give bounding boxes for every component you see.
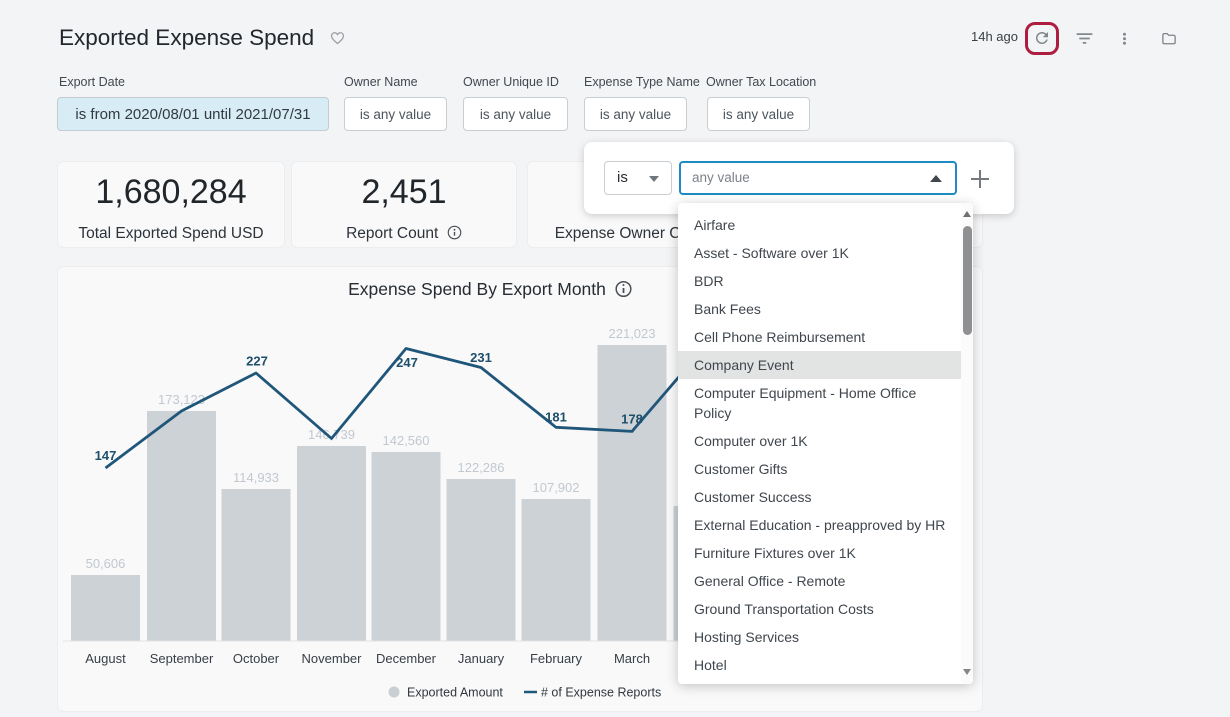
svg-text:247: 247: [396, 355, 418, 370]
svg-text:142,560: 142,560: [383, 433, 430, 448]
svg-text:Exported Amount: Exported Amount: [407, 686, 503, 700]
svg-text:December: December: [376, 651, 437, 666]
svg-text:50,606: 50,606: [86, 556, 126, 571]
svg-text:147: 147: [95, 448, 117, 463]
svg-text:114,933: 114,933: [233, 470, 279, 485]
svg-text:227: 227: [246, 354, 268, 369]
svg-text:# of Expense Reports: # of Expense Reports: [541, 686, 661, 700]
svg-text:January: January: [458, 651, 505, 666]
svg-text:173,123: 173,123: [158, 392, 205, 407]
svg-text:107,902: 107,902: [533, 480, 580, 495]
svg-text:October: October: [233, 651, 280, 666]
svg-text:181: 181: [545, 410, 567, 425]
svg-text:November: November: [302, 651, 363, 666]
svg-text:February: February: [530, 651, 583, 666]
svg-text:231: 231: [470, 350, 492, 365]
svg-text:122,286: 122,286: [458, 460, 505, 475]
svg-text:August: August: [85, 651, 126, 666]
svg-text:178: 178: [621, 412, 643, 427]
svg-text:March: March: [614, 651, 650, 666]
svg-text:221,023: 221,023: [609, 326, 656, 341]
svg-text:September: September: [150, 651, 214, 666]
svg-text:Expense Spend By Export Month: Expense Spend By Export Month: [348, 279, 606, 299]
